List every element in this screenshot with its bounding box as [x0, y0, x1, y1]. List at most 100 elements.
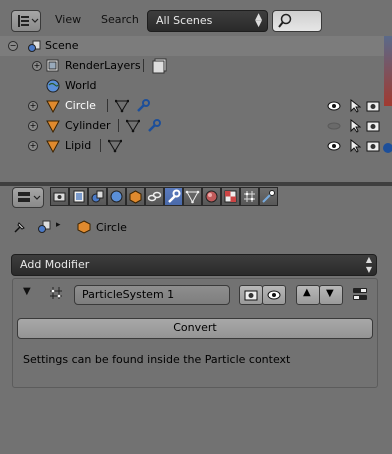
breadcrumb-object-label: Circle — [96, 221, 127, 234]
world-icon — [46, 79, 60, 93]
mesh-object-icon — [46, 140, 60, 153]
mesh-object-icon — [46, 120, 60, 133]
mesh-object-icon — [46, 100, 60, 113]
properties-body: ▸ Circle Add Modifier ▲ ▼ ▼ ParticleSyste… — [0, 208, 392, 454]
convert-button[interactable]: Convert — [17, 318, 373, 339]
tab-modifiers[interactable] — [164, 187, 183, 206]
context-tabs — [50, 187, 292, 206]
tree-item-world[interactable]: World — [0, 76, 392, 96]
tab-world[interactable] — [107, 187, 126, 206]
dropdown-arrows-icon: ▲ ▼ — [365, 255, 372, 274]
tree-item-cylinder[interactable]: + Cylinder — [0, 116, 392, 136]
add-modifier-label: Add Modifier — [20, 258, 90, 271]
expand-icon[interactable]: + — [28, 101, 38, 111]
scene-filter-dropdown[interactable]: All Scenes ▲ ▼ — [147, 10, 268, 32]
tab-object[interactable] — [126, 187, 145, 206]
constraints-icon — [147, 191, 162, 202]
search-input[interactable] — [272, 10, 322, 32]
add-modifier-dropdown[interactable]: Add Modifier ▲ ▼ — [11, 254, 377, 276]
modifier-name-value: ParticleSystem 1 — [82, 288, 175, 301]
tree-item-renderlayers[interactable]: + RenderLayers — [0, 56, 392, 76]
separator — [143, 59, 144, 72]
modifiers-icon — [168, 189, 181, 203]
camera-icon[interactable] — [366, 139, 380, 153]
pin-icon[interactable] — [12, 219, 28, 235]
tab-data[interactable] — [183, 187, 202, 206]
tree-item-label: Circle — [65, 99, 96, 112]
render-icon — [53, 192, 66, 202]
convert-label: Convert — [173, 321, 217, 334]
eye-icon[interactable] — [327, 140, 341, 152]
tab-material[interactable] — [202, 187, 221, 206]
properties-icon — [18, 192, 41, 202]
breadcrumb: ▸ Circle — [12, 219, 312, 237]
cursor-icon[interactable] — [349, 99, 361, 113]
tab-render[interactable] — [50, 187, 69, 206]
arrow-down-icon: ▼ — [326, 288, 334, 299]
tab-constraints[interactable] — [145, 187, 164, 206]
tree-item-label: RenderLayers — [65, 59, 141, 72]
camera-icon[interactable] — [366, 119, 380, 133]
cursor-icon[interactable] — [349, 119, 361, 133]
particles-icon — [50, 287, 62, 299]
scene-icon — [38, 220, 51, 233]
render-layer-icon — [152, 58, 167, 74]
tab-texture[interactable] — [221, 187, 240, 206]
material-icon — [205, 190, 218, 203]
drag-handle-icon[interactable] — [352, 286, 368, 302]
search-icon — [278, 13, 292, 28]
camera-icon[interactable] — [366, 99, 380, 113]
info-badge-icon — [383, 143, 392, 153]
data-icon — [185, 190, 200, 204]
breadcrumb-arrow-icon: ▸ — [56, 220, 61, 230]
eye-closed-icon[interactable] — [327, 120, 341, 132]
render-layers-icon — [46, 59, 59, 72]
mesh-data-icon — [126, 119, 140, 133]
separator — [100, 139, 101, 152]
tree-item-label: World — [65, 79, 97, 92]
modifier-name-input[interactable]: ParticleSystem 1 — [74, 285, 230, 305]
collapse-arrow-icon[interactable]: ▼ — [23, 286, 31, 297]
tab-scene[interactable] — [88, 187, 107, 206]
tree-item-circle[interactable]: + Circle — [0, 96, 392, 116]
tree-item-scene[interactable]: − Scene — [0, 36, 392, 56]
tab-physics[interactable] — [259, 187, 278, 206]
eye-icon[interactable] — [327, 100, 341, 112]
collapse-icon[interactable]: − — [8, 41, 18, 51]
arrow-up-icon: ▲ — [303, 287, 311, 298]
editor-type-button[interactable] — [11, 10, 41, 32]
dropdown-arrows-icon-down: ▼ — [255, 19, 262, 29]
cursor-icon[interactable] — [349, 139, 361, 153]
outliner-tree: − Scene + RenderLayers World + Circle + … — [0, 36, 392, 182]
tree-item-lipid[interactable]: + Lipid — [0, 136, 392, 156]
view-menu[interactable]: View — [55, 13, 81, 26]
tree-item-label: Scene — [45, 39, 79, 52]
viewport-toggle-button[interactable] — [262, 285, 286, 305]
tab-particles[interactable] — [240, 187, 259, 206]
render-toggle-button[interactable] — [239, 285, 263, 305]
editor-type-button[interactable] — [12, 187, 44, 208]
texture-icon — [224, 190, 237, 203]
properties-header — [0, 186, 392, 208]
separator — [107, 99, 108, 112]
tree-item-label: Cylinder — [65, 119, 111, 132]
modifier-panel: ▼ ParticleSystem 1 ▲ ▼ Convert Settings … — [12, 278, 378, 388]
scene-icon — [91, 190, 104, 203]
viewport-edge — [384, 36, 392, 106]
wrench-icon — [148, 119, 161, 132]
eye-icon — [267, 290, 281, 300]
separator — [118, 119, 119, 132]
expand-icon[interactable]: + — [28, 121, 38, 131]
camera-icon — [244, 290, 258, 301]
search-menu[interactable]: Search — [101, 13, 139, 26]
info-text: Settings can be found inside the Particl… — [23, 353, 291, 366]
expand-icon[interactable]: + — [28, 141, 38, 151]
expand-icon[interactable]: + — [32, 61, 42, 71]
move-up-button[interactable]: ▲ — [296, 285, 320, 305]
tab-render-layers[interactable] — [69, 187, 88, 206]
move-down-button[interactable]: ▼ — [319, 285, 343, 305]
physics-icon — [262, 190, 275, 203]
mesh-data-icon — [115, 99, 129, 113]
outliner-icon — [18, 15, 39, 27]
particles-icon — [244, 191, 255, 202]
